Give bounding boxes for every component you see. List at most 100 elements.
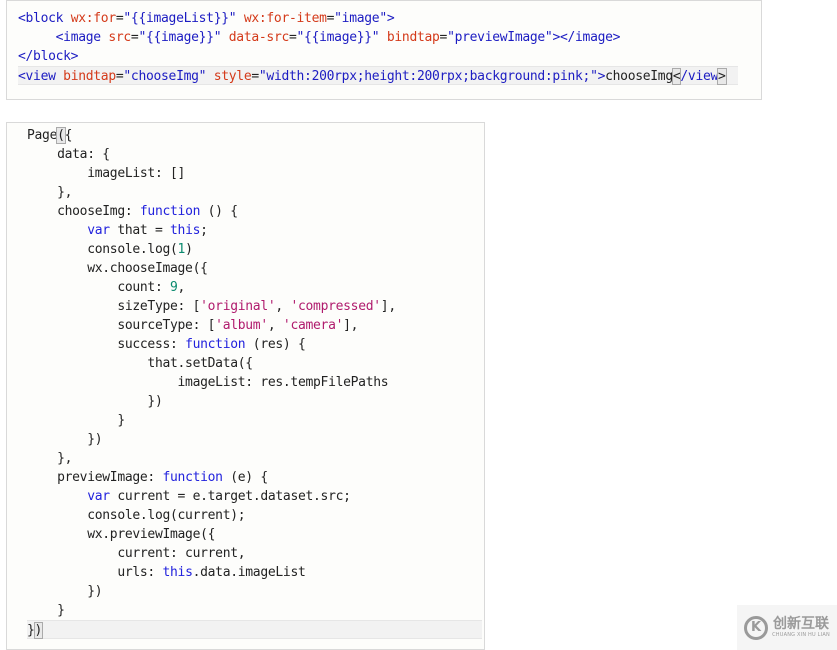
code-token: > <box>386 11 395 26</box>
code-token: current = e.target.dataset.src; <box>109 489 351 504</box>
code-token: "{{imageList}}" <box>123 11 237 26</box>
code-token: }) <box>27 394 163 409</box>
code-token: function <box>139 204 201 219</box>
code-line: urls: this.data.imageList <box>27 563 306 582</box>
code-token: ) <box>33 622 44 639</box>
code-token: Page <box>27 128 58 143</box>
code-token: previewImage: <box>27 470 163 485</box>
code-token: urls: <box>27 565 163 580</box>
code-token: = <box>439 30 448 45</box>
code-line: wx.previewImage({ <box>27 525 215 544</box>
code-token: .data.imageList <box>192 565 306 580</box>
code-token: 'compressed' <box>290 299 381 314</box>
code-token: imageList: [] <box>27 166 186 181</box>
code-token: count: <box>27 280 171 295</box>
code-token: "image" <box>334 11 387 26</box>
wxml-code-block: <block wx:for = "{{imageList}}" wx:for-ite… <box>6 0 762 100</box>
code-token: current: current, <box>27 546 246 561</box>
code-token: sourceType: [ <box>27 318 216 333</box>
code-token: 9 <box>170 280 178 295</box>
code-token: data: { <box>27 147 110 162</box>
code-line: }) <box>27 430 102 449</box>
code-line: console.log(current); <box>27 506 245 525</box>
code-line: }, <box>27 183 72 202</box>
code-token: ], <box>343 318 359 333</box>
code-token: var <box>87 223 110 238</box>
code-line: that.setData({ <box>27 354 253 373</box>
code-token: <block <box>18 11 71 26</box>
watermark-logo: K 创新互联 CHUANG XIN HU LIAN <box>737 605 837 650</box>
code-token: , <box>275 299 291 314</box>
chuangxin-logo-icon: K <box>744 615 769 640</box>
code-token: } <box>27 603 65 618</box>
code-line: }) <box>27 620 482 639</box>
code-token: data-src <box>228 30 290 45</box>
code-token: }, <box>27 451 73 466</box>
code-token: "{{image}}" <box>138 30 222 45</box>
code-line: imageList: [] <box>27 164 185 183</box>
code-token: = <box>289 30 297 45</box>
code-token: <view <box>18 69 64 84</box>
code-token: (e) { <box>222 470 268 485</box>
code-token: , <box>267 318 283 333</box>
code-line: }) <box>27 582 102 601</box>
code-line: chooseImg: function () { <box>27 202 238 221</box>
code-line: <view bindtap="chooseImg" style="width:2… <box>18 66 738 85</box>
code-token: this <box>162 565 193 580</box>
code-line: sourceType: ['album', 'camera'], <box>27 316 358 335</box>
code-token: console.log(current); <box>27 508 246 523</box>
code-line: sizeType: ['original', 'compressed'], <box>27 297 396 316</box>
code-token: , <box>177 280 186 295</box>
code-token: </block> <box>18 49 79 64</box>
code-token: (res) { <box>245 337 306 352</box>
code-token: wx:for-item <box>243 11 327 26</box>
code-token: }, <box>27 185 73 200</box>
code-token: bindtap <box>63 69 116 84</box>
code-token: }) <box>27 584 103 599</box>
code-token: () { <box>200 204 238 219</box>
code-token: /view <box>680 69 719 84</box>
code-line: imageList: res.tempFilePaths <box>27 373 389 392</box>
code-token: "chooseImg" <box>123 69 207 84</box>
code-line: var current = e.target.dataset.src; <box>27 487 351 506</box>
code-line: }) <box>27 392 162 411</box>
code-line: </block> <box>18 47 79 66</box>
code-token: }) <box>27 432 103 447</box>
code-token: wx.previewImage({ <box>27 527 216 542</box>
code-token: } <box>27 413 125 428</box>
code-token: "width:200rpx;height:200rpx;background:p… <box>258 69 598 84</box>
code-line: <image src="{{image}}" data-src="{{image… <box>18 28 621 47</box>
code-token: that = <box>109 223 171 238</box>
code-token: ; <box>200 223 208 238</box>
code-line: data: { <box>27 145 110 164</box>
code-token: > <box>597 69 606 84</box>
code-token: = <box>251 69 259 84</box>
code-token: 1 <box>177 242 186 257</box>
code-line: Page({ <box>27 126 72 145</box>
code-token: > <box>717 68 727 85</box>
code-token: success: <box>27 337 186 352</box>
code-line: }, <box>27 449 72 468</box>
code-token: chooseImg <box>605 69 673 84</box>
code-line: count: 9, <box>27 278 185 297</box>
code-token: ) <box>185 242 193 257</box>
code-line: } <box>27 601 65 620</box>
code-line: <block wx:for="{{imageList}}" wx:for-ite… <box>18 9 395 28</box>
code-token: imageList: res.tempFilePaths <box>27 375 389 390</box>
code-line: } <box>27 411 125 430</box>
code-line: wx.chooseImage({ <box>27 259 208 278</box>
code-token: ></image> <box>552 30 621 45</box>
code-token: chooseImg: <box>27 204 140 219</box>
code-token: sizeType: [ <box>27 299 201 314</box>
code-token: console.log( <box>27 242 178 257</box>
code-token: 'camera' <box>282 318 344 333</box>
code-token: ( <box>56 127 66 144</box>
code-token: wx:for <box>70 11 116 26</box>
watermark-subtitle: CHUANG XIN HU LIAN <box>772 632 830 638</box>
code-token: function <box>185 337 246 352</box>
